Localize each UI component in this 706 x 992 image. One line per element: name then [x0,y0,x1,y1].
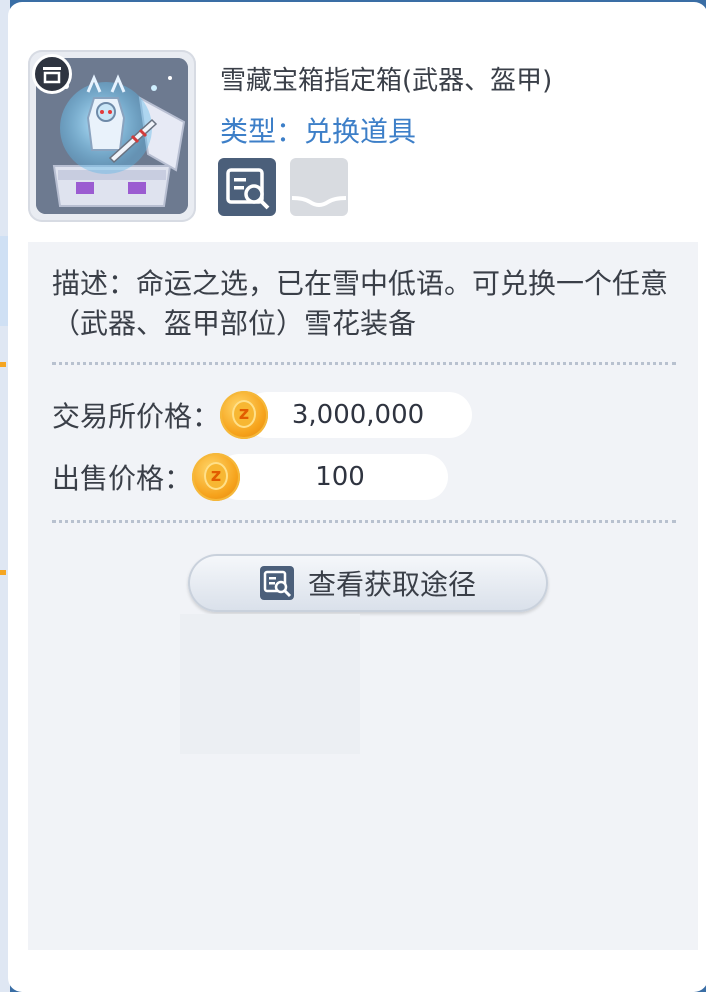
exchange-price-label: 交易所价格： [52,400,221,433]
sell-price-label: 出售价格： [52,462,193,495]
view-acquire-route-label: 查看获取途径 [307,568,476,601]
zeny-coin-icon: z [220,391,269,439]
faded-background-shape [180,614,360,754]
sell-price-row: 出售价格： z 100 [52,452,449,502]
item-icon-frame [28,50,196,222]
item-type: 类型：兑换道具 [220,115,417,148]
item-description: 描述：命运之选，已在雪中低语。可兑换一个任意（武器、盔甲部位）雪花装备 [52,267,669,340]
item-action-icons [218,158,348,216]
background-app-marker [0,570,6,575]
zeny-coin-icon: z [192,453,241,501]
detail-search-icon [259,566,294,600]
background-app-marker [0,362,6,367]
exchange-price-row: 交易所价格： z 3,000,000 [52,390,473,440]
detail-search-icon[interactable] [218,158,276,216]
exchange-price-value: 3,000,000 [291,400,425,430]
item-detail-body: 描述：命运之选，已在雪中低语。可兑换一个任意（武器、盔甲部位）雪花装备 交易所价… [28,242,698,950]
sell-price-value-box: z 100 [192,452,449,502]
sell-price-value: 100 [315,462,365,492]
item-name: 雪藏宝箱指定箱(武器、盔甲) [220,66,553,96]
bound-badge-icon [32,54,72,94]
item-tooltip-panel: 雪藏宝箱指定箱(武器、盔甲) 类型：兑换道具 描述：命运之选，已在雪中低语。可兑… [8,2,706,992]
divider [52,520,676,523]
view-acquire-route-button[interactable]: 查看获取途径 [188,554,548,612]
exchange-price-value-box: z 3,000,000 [220,390,473,440]
divider [52,362,676,365]
empty-slot-icon [290,158,348,216]
